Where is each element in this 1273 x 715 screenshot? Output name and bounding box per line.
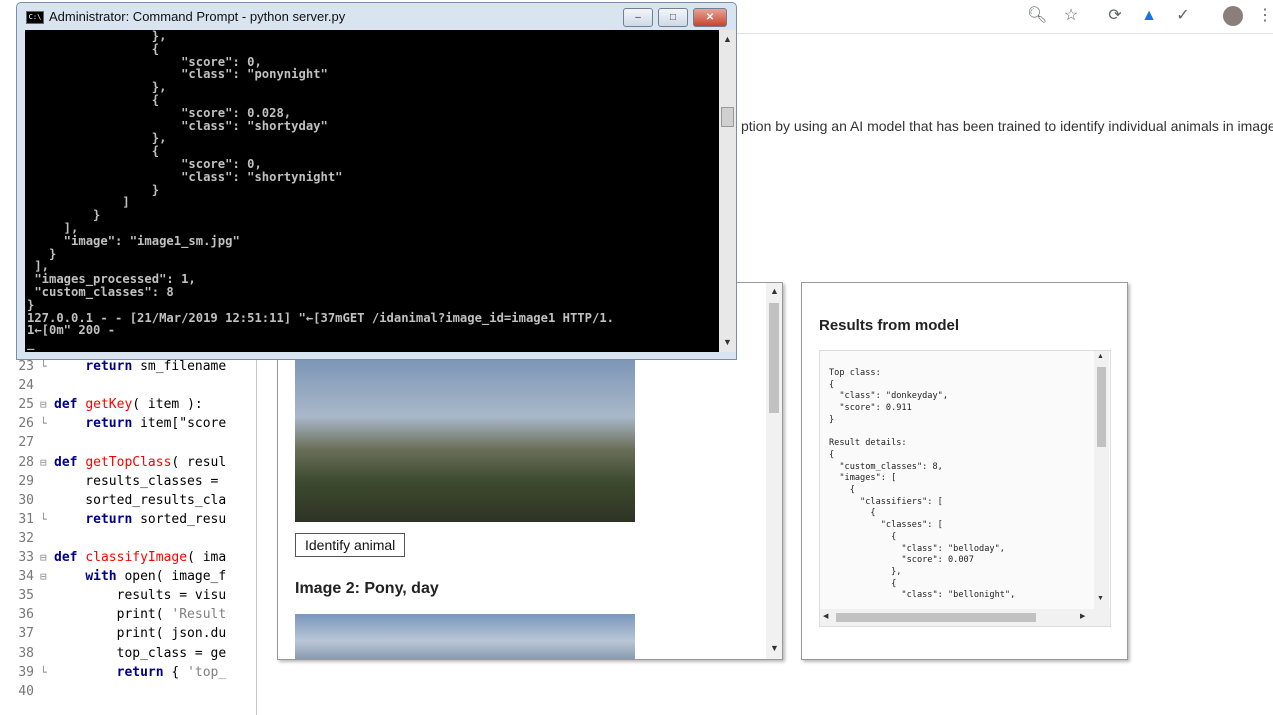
fold-marker-icon[interactable]: ⊟ — [40, 548, 54, 567]
code-text: return sorted_resu — [85, 511, 227, 527]
bookmark-star-icon[interactable]: ☆ — [1061, 6, 1081, 26]
console-text: }, { "score": 0, "class": "ponynight" },… — [27, 30, 614, 351]
code-line[interactable]: 32 — [0, 529, 256, 548]
image2-photo — [295, 614, 635, 659]
window-title: Administrator: Command Prompt - python s… — [49, 9, 346, 24]
fold-marker-icon[interactable]: ⊟ — [40, 395, 54, 414]
scroll-down-arrow-icon[interactable]: ▼ — [1097, 595, 1104, 602]
code-line[interactable]: 34 ⊟ with open( image_f — [0, 567, 256, 586]
scroll-down-arrow-icon[interactable]: ▼ — [723, 337, 732, 347]
results-horizontal-scrollbar[interactable]: ◀ ▶ — [820, 609, 1110, 626]
code-line[interactable]: 30 sorted_results_cla — [0, 491, 256, 510]
code-editor[interactable]: 23 └ return sm_filename 24 25 ⊟ def getKey( i… — [0, 355, 257, 715]
line-number: 28 — [18, 454, 34, 470]
line-number: 35 — [18, 588, 34, 604]
code-text: def getKey( item ): — [54, 397, 203, 413]
scrollbar-thumb[interactable] — [1097, 367, 1106, 447]
code-line[interactable]: 33 ⊟ def classifyImage( ima — [0, 548, 256, 567]
line-number: 40 — [18, 683, 34, 699]
code-text: top_class = ge — [54, 645, 227, 661]
code-line[interactable]: 37 print( json.du — [0, 624, 256, 643]
code-line[interactable]: 26 └ return item["score — [0, 414, 256, 433]
scrollbar-thumb[interactable] — [836, 613, 1036, 622]
menu-icon[interactable]: ⋮ — [1255, 6, 1273, 26]
minimize-button[interactable]: – — [623, 8, 653, 27]
code-line[interactable]: 31 └ return sorted_resu — [0, 510, 256, 529]
fold-marker-icon: └ — [40, 512, 47, 526]
code-line[interactable]: 24 — [0, 376, 256, 395]
browser-toolbar: 🔍︎ ☆ ⟳ ▲ ✓ ⋮ — [735, 0, 1273, 34]
line-number: 30 — [18, 492, 34, 508]
code-text: results_classes = — [54, 473, 219, 489]
code-text: results = visu — [54, 588, 227, 604]
code-text: return sm_filename — [85, 359, 227, 374]
window-titlebar[interactable]: C:\ Administrator: Command Prompt - pyth… — [17, 3, 736, 29]
code-text: print( json.du — [54, 626, 227, 642]
maximize-button[interactable]: □ — [658, 8, 688, 27]
scroll-left-arrow-icon[interactable]: ◀ — [823, 612, 828, 620]
command-prompt-window[interactable]: C:\ Administrator: Command Prompt - pyth… — [16, 2, 737, 360]
results-output-text: Top class: { "class": "donkeyday", "scor… — [829, 368, 1016, 601]
code-line[interactable]: 27 — [0, 433, 256, 452]
scroll-up-arrow-icon[interactable]: ▲ — [770, 286, 779, 296]
scroll-down-arrow-icon[interactable]: ▼ — [770, 643, 779, 653]
image1-photo — [295, 360, 635, 522]
scroll-right-arrow-icon[interactable]: ▶ — [1080, 612, 1085, 620]
cast-icon[interactable]: ▲ — [1139, 6, 1159, 26]
identify-animal-button[interactable]: Identify animal — [295, 533, 406, 557]
line-number: 29 — [18, 473, 34, 489]
fold-marker-icon[interactable]: ⊟ — [40, 567, 54, 586]
fold-marker-icon: └ — [40, 665, 47, 679]
scrollbar-thumb[interactable] — [769, 303, 779, 413]
scroll-up-arrow-icon[interactable]: ▲ — [1097, 353, 1104, 360]
intro-text: ption by using an AI model that has been… — [741, 118, 1273, 134]
line-number: 33 — [18, 550, 34, 565]
checkmark-icon[interactable]: ✓ — [1173, 6, 1193, 26]
code-line[interactable]: 25 ⊟ def getKey( item ): — [0, 395, 256, 414]
image2-heading: Image 2: Pony, day — [295, 580, 439, 597]
console-scrollbar[interactable]: ▲ ▼ — [719, 30, 736, 352]
line-number: 34 — [18, 569, 34, 585]
extension-icon[interactable]: ⟳ — [1105, 6, 1125, 26]
console-output[interactable]: }, { "score": 0, "class": "ponynight" },… — [25, 30, 719, 352]
line-number: 27 — [18, 435, 34, 451]
line-number: 36 — [18, 607, 34, 623]
line-number: 25 — [18, 397, 34, 413]
line-number: 24 — [18, 378, 34, 394]
code-line[interactable]: 36 print( 'Result — [0, 605, 256, 624]
line-number: 37 — [18, 626, 34, 642]
code-line[interactable]: 28 ⊟ def getTopClass( resul — [0, 453, 256, 472]
code-line[interactable]: 38 top_class = ge — [0, 644, 256, 663]
code-text: def classifyImage( ima — [54, 550, 227, 565]
results-title: Results from model — [819, 317, 960, 334]
code-text: sorted_results_cla — [54, 492, 227, 508]
line-number: 38 — [18, 645, 34, 661]
code-text: print( 'Result — [54, 607, 227, 623]
code-line[interactable]: 40 — [0, 682, 256, 701]
line-number: 32 — [18, 530, 34, 546]
fold-marker-icon: └ — [40, 417, 47, 431]
cmd-app-icon: C:\ — [26, 11, 44, 24]
results-panel: Results from model Top class: { "class":… — [801, 282, 1128, 660]
image-panel-scrollbar[interactable]: ▲ ▼ — [766, 283, 782, 659]
close-button[interactable]: ✕ — [693, 8, 727, 27]
code-line[interactable]: 29 results_classes = — [0, 472, 256, 491]
code-line[interactable]: 35 results = visu — [0, 586, 256, 605]
line-number: 31 — [18, 511, 34, 527]
results-vertical-scrollbar[interactable]: ▲ ▼ — [1094, 351, 1109, 609]
scroll-up-arrow-icon[interactable]: ▲ — [723, 34, 732, 44]
line-number: 26 — [18, 416, 34, 432]
zoom-icon[interactable]: 🔍︎ — [1027, 6, 1047, 26]
code-text: return item["score — [85, 416, 227, 432]
avatar[interactable] — [1223, 6, 1243, 26]
code-text: return { 'top_ — [116, 664, 227, 680]
results-output-box[interactable]: Top class: { "class": "donkeyday", "scor… — [819, 350, 1111, 627]
code-line[interactable]: 39 └ return { 'top_ — [0, 663, 256, 682]
code-text: def getTopClass( resul — [54, 454, 227, 470]
line-number: 39 — [18, 664, 34, 680]
fold-marker-icon[interactable]: ⊟ — [40, 453, 54, 472]
scrollbar-thumb[interactable] — [721, 107, 734, 127]
code-text: with open( image_f — [85, 569, 227, 585]
